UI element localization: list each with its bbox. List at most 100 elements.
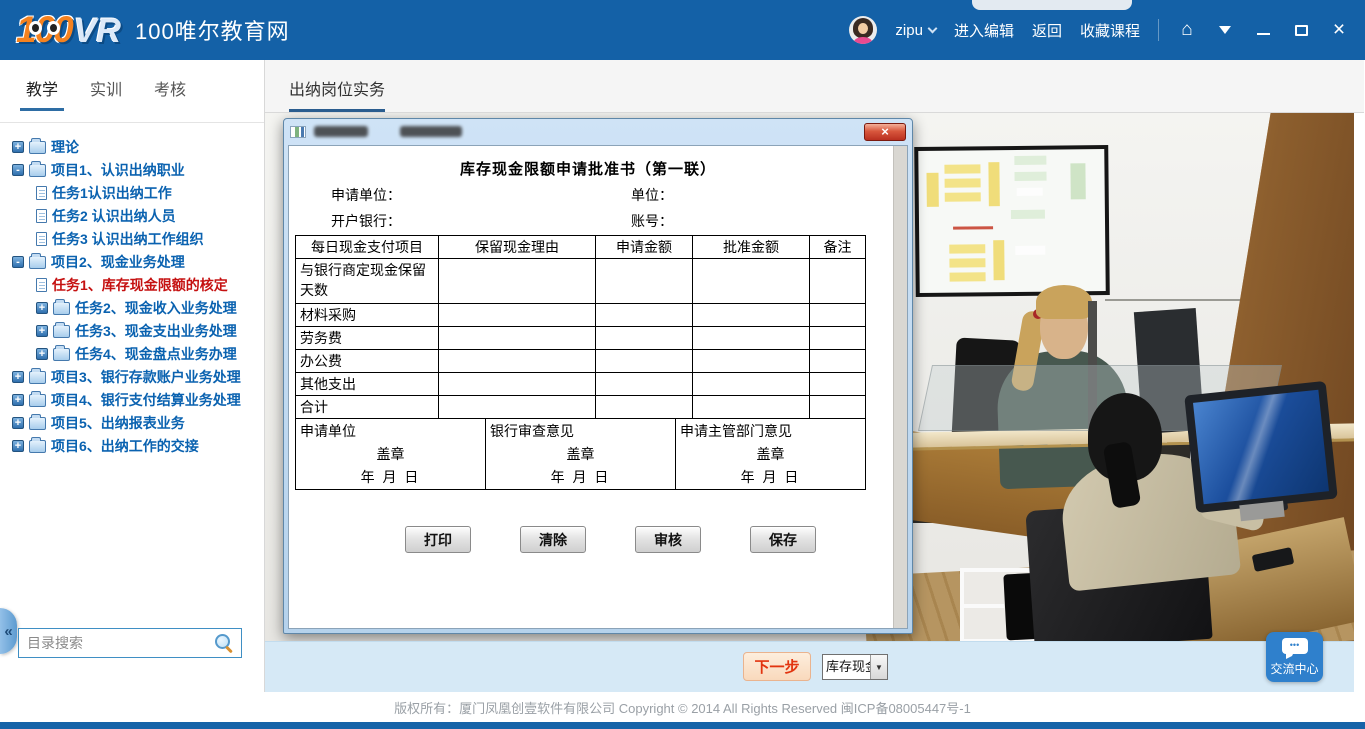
tree-item-task2-2[interactable]: + 任务2、现金收入业务处理 — [6, 296, 258, 319]
tree-item-project5[interactable]: + 项目5、出纳报表业务 — [6, 411, 258, 434]
expander-icon[interactable]: + — [12, 394, 24, 406]
stage-select[interactable]: 库存现金[ ▼ — [822, 654, 888, 680]
expander-icon[interactable]: + — [12, 417, 24, 429]
chat-center-label: 交流中心 — [1270, 660, 1318, 677]
input-cell[interactable] — [810, 259, 866, 304]
minimize-button[interactable] — [1253, 20, 1273, 40]
menu-back[interactable]: 返回 — [1032, 20, 1062, 41]
tab-training[interactable]: 实训 — [90, 76, 122, 110]
expander-icon[interactable]: + — [12, 371, 24, 383]
tree-item-project3[interactable]: + 项目3、银行存款账户业务处理 — [6, 365, 258, 388]
search-input[interactable] — [27, 635, 215, 651]
approval-title: 银行审查意见 — [490, 421, 671, 441]
row-label: 其他支出 — [296, 373, 439, 396]
expander-icon[interactable]: - — [12, 256, 24, 268]
close-button[interactable]: × — [1329, 20, 1349, 40]
row-label: 劳务费 — [296, 327, 439, 350]
body-row: 教学 实训 考核 + 理论 - 项目1、认识出纳职业 任务1认识出纳工作 — [0, 60, 1365, 692]
menu-enter-edit[interactable]: 进入编辑 — [954, 20, 1014, 41]
expander-icon[interactable]: - — [12, 164, 24, 176]
input-cell[interactable] — [693, 304, 810, 327]
file-icon — [36, 232, 47, 246]
input-cell[interactable] — [439, 350, 596, 373]
logo-vr: VR — [74, 12, 121, 51]
dialog-scrollbar[interactable] — [893, 146, 907, 628]
tree-item-label: 任务1认识出纳工作 — [52, 183, 172, 203]
dialog-titlebar[interactable]: × — [284, 119, 912, 144]
bottom-blue-strip — [0, 722, 1365, 729]
expander-icon[interactable]: + — [12, 141, 24, 153]
print-button[interactable]: 打印 — [405, 526, 471, 553]
dialog-title-blurred-text — [314, 126, 368, 137]
tree-item-project6[interactable]: + 项目6、出纳工作的交接 — [6, 434, 258, 457]
input-cell[interactable] — [596, 350, 693, 373]
input-cell[interactable] — [810, 350, 866, 373]
scene-monitor — [1184, 381, 1338, 513]
input-cell[interactable] — [596, 373, 693, 396]
label-apply-unit: 申请单位： — [331, 185, 631, 205]
tree-item-project2[interactable]: - 项目2、现金业务处理 — [6, 250, 258, 273]
tab-assessment[interactable]: 考核 — [154, 76, 186, 110]
user-avatar[interactable] — [849, 16, 877, 44]
col-header: 批准金额 — [693, 236, 810, 259]
tree-item-task1-2[interactable]: 任务2 认识出纳人员 — [6, 204, 258, 227]
dialog-close-button[interactable]: × — [864, 123, 906, 141]
input-cell[interactable] — [810, 373, 866, 396]
tree-item-task1-1[interactable]: 任务1认识出纳工作 — [6, 181, 258, 204]
tab-teaching[interactable]: 教学 — [26, 76, 58, 110]
dropdown-arrow-icon[interactable] — [1215, 20, 1235, 40]
maximize-button[interactable] — [1291, 20, 1311, 40]
input-cell[interactable] — [439, 304, 596, 327]
site-logo[interactable]: 100 VR — [16, 9, 121, 51]
date-label: 年 月 日 — [300, 467, 481, 487]
input-cell[interactable] — [810, 327, 866, 350]
select-arrow-icon[interactable]: ▼ — [870, 655, 887, 679]
input-cell[interactable] — [596, 327, 693, 350]
search-icon[interactable] — [215, 634, 233, 652]
user-menu[interactable]: zipu — [895, 22, 936, 39]
tree-item-project4[interactable]: + 项目4、银行支付结算业务处理 — [6, 388, 258, 411]
expander-icon[interactable]: + — [12, 440, 24, 452]
tab-cashier-practice[interactable]: 出纳岗位实务 — [289, 76, 385, 112]
input-cell[interactable] — [693, 327, 810, 350]
chat-center-button[interactable]: ••• 交流中心 — [1266, 632, 1323, 682]
expander-icon[interactable]: + — [36, 325, 48, 337]
tree-item-project1[interactable]: - 项目1、认识出纳职业 — [6, 158, 258, 181]
folder-icon — [53, 302, 70, 315]
review-button[interactable]: 审核 — [635, 526, 701, 553]
input-cell[interactable] — [810, 396, 866, 419]
input-cell[interactable] — [439, 327, 596, 350]
input-cell[interactable] — [439, 396, 596, 419]
tree-item-task2-4[interactable]: + 任务4、现金盘点业务办理 — [6, 342, 258, 365]
input-cell[interactable] — [596, 304, 693, 327]
tree-item-task1-3[interactable]: 任务3 认识出纳工作组织 — [6, 227, 258, 250]
cash-limit-table: 每日现金支付项目 保留现金理由 申请金额 批准金额 备注 与银行商定现金保留天数 — [295, 235, 866, 419]
expander-icon[interactable]: + — [36, 348, 48, 360]
input-cell[interactable] — [596, 396, 693, 419]
expander-icon[interactable]: + — [36, 302, 48, 314]
table-row: 其他支出 — [296, 373, 866, 396]
input-cell[interactable] — [439, 373, 596, 396]
stamp-label: 盖章 — [680, 444, 861, 464]
input-cell[interactable] — [693, 350, 810, 373]
label-bank: 开户银行： — [331, 211, 631, 231]
input-cell[interactable] — [693, 259, 810, 304]
tree-item-task2-1-selected[interactable]: 任务1、库存现金限额的核定 — [6, 273, 258, 296]
input-cell[interactable] — [810, 304, 866, 327]
input-cell[interactable] — [693, 373, 810, 396]
input-cell[interactable] — [596, 259, 693, 304]
home-icon[interactable]: ⌂ — [1177, 20, 1197, 40]
clear-button[interactable]: 清除 — [520, 526, 586, 553]
input-cell[interactable] — [693, 396, 810, 419]
next-step-button[interactable]: 下一步 — [743, 652, 811, 681]
approval-title: 申请单位 — [300, 421, 481, 441]
folder-icon — [29, 440, 46, 453]
folder-icon — [53, 325, 70, 338]
tree-item-theory[interactable]: + 理论 — [6, 135, 258, 158]
save-button[interactable]: 保存 — [750, 526, 816, 553]
menu-favorite-course[interactable]: 收藏课程 — [1080, 20, 1140, 41]
tree-item-label: 任务4、现金盘点业务办理 — [75, 344, 237, 364]
input-cell[interactable] — [439, 259, 596, 304]
tree-item-task2-3[interactable]: + 任务3、现金支出业务处理 — [6, 319, 258, 342]
collapse-sidebar-handle[interactable]: « — [0, 608, 17, 654]
